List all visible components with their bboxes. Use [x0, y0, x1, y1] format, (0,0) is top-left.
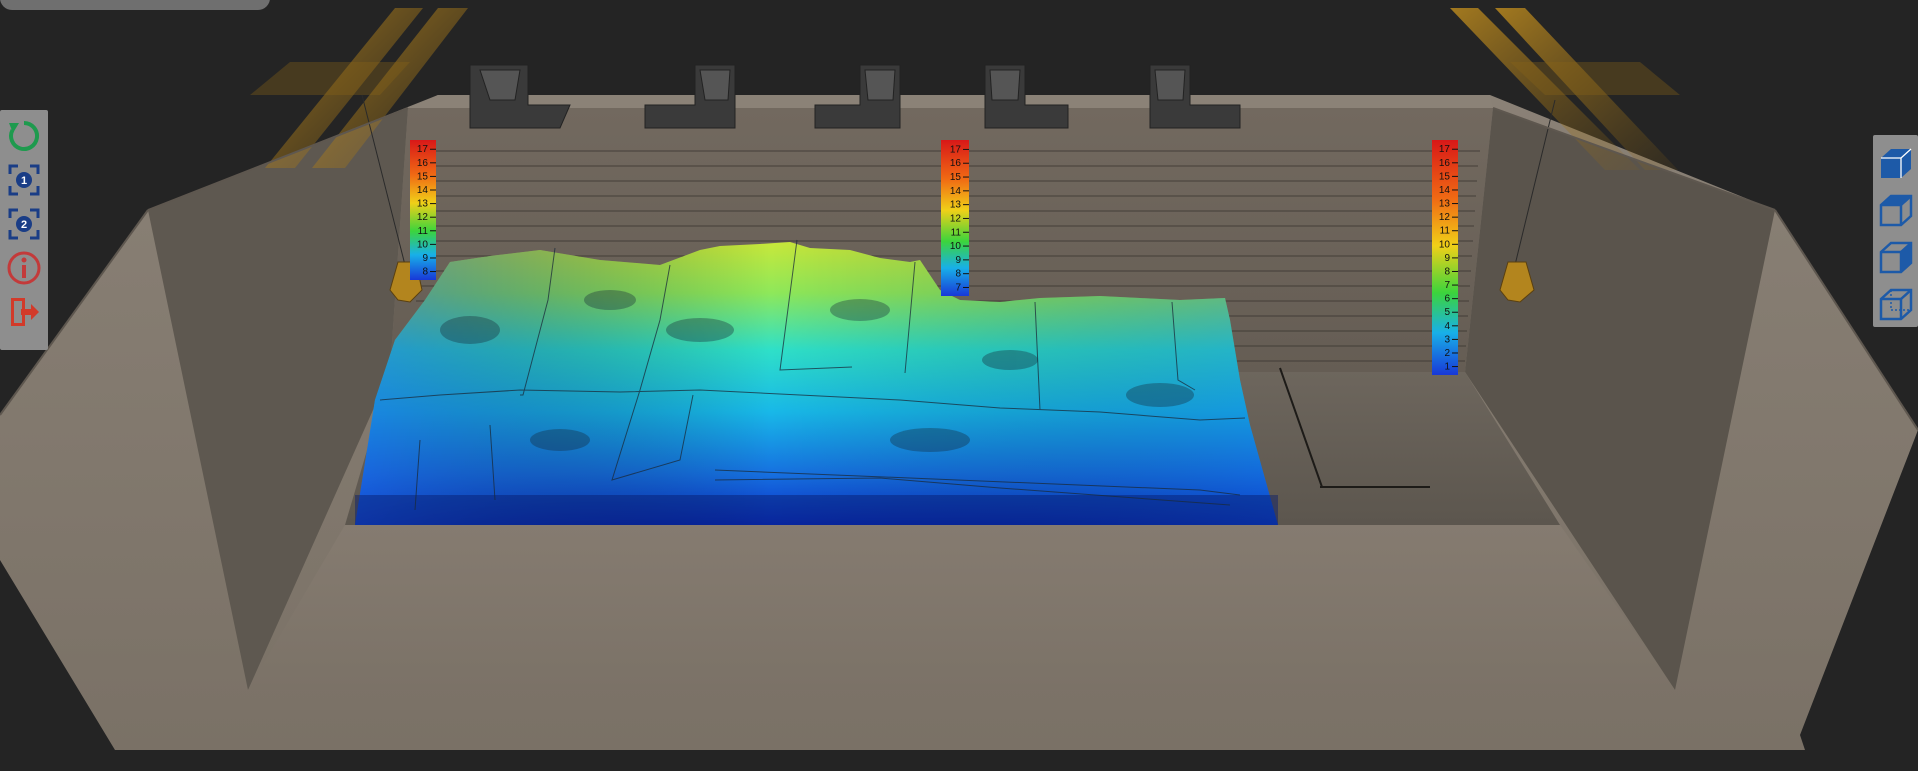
scale-label: 10	[1439, 239, 1451, 250]
scale-label: 7	[955, 282, 961, 293]
scale-label: 14	[950, 186, 962, 197]
scale-label: 12	[950, 213, 962, 224]
scale-label: 12	[1439, 212, 1451, 223]
height-scale-center: 17 16 15 14 13 12 11 10 9 8 7	[941, 140, 969, 296]
scale-label: 14	[1439, 185, 1451, 196]
scale-label: 16	[1439, 158, 1451, 169]
scale-label: 15	[950, 172, 962, 183]
scale-label: 15	[417, 171, 429, 182]
view-2-button[interactable]: 2	[4, 202, 44, 246]
scale-label: 8	[422, 267, 428, 278]
scale-label: 6	[1444, 294, 1450, 305]
scale-label: 10	[950, 241, 962, 252]
scale-label: 8	[955, 269, 961, 280]
front-wall	[248, 525, 1675, 690]
view-1-button[interactable]: 1	[4, 158, 44, 202]
scale-label: 2	[1444, 348, 1450, 359]
view-2-label: 2	[21, 219, 27, 231]
view-1-label: 1	[21, 175, 27, 187]
scale-label: 9	[1444, 253, 1450, 264]
scale-label: 13	[417, 199, 429, 210]
scale-label: 13	[1439, 199, 1451, 210]
height-scale-right: 17 16 15 14 13 12 11 10 9 8 7 6 5 4 3 2 1	[1432, 140, 1458, 375]
scale-label: 9	[955, 255, 961, 266]
top-tab[interactable]	[0, 0, 270, 10]
scale-label: 5	[1444, 307, 1450, 318]
reset-view-icon	[9, 121, 40, 151]
scale-label: 11	[418, 226, 429, 237]
scale-label: 17	[1439, 144, 1451, 155]
scale-label: 9	[422, 253, 428, 264]
cube-view-iso-button[interactable]	[1876, 280, 1916, 327]
exit-button[interactable]	[4, 290, 44, 334]
bunker-3d-viewport[interactable]: 171615141312111098 1716151413121110987 1…	[0, 0, 1918, 771]
info-icon	[7, 251, 41, 285]
cube-view-front-button[interactable]	[1876, 139, 1916, 186]
exit-icon	[11, 298, 39, 326]
height-scale-left: 17 16 15 14 13 12 11 10 9 8	[410, 140, 436, 280]
scale-label: 17	[950, 144, 962, 155]
scale-label: 16	[950, 158, 962, 169]
scale-label: 3	[1444, 334, 1450, 345]
scale-label: 13	[950, 200, 962, 211]
scale-label: 16	[417, 158, 429, 169]
cube-view-top-button[interactable]	[1876, 233, 1916, 280]
scale-label: 11	[951, 227, 962, 238]
cube-view-side-icon	[1879, 194, 1912, 226]
cube-view-top-icon	[1879, 241, 1912, 273]
right-toolbar	[1873, 135, 1918, 327]
scale-label: 15	[1439, 171, 1451, 182]
reset-view-button[interactable]	[4, 114, 44, 158]
scale-label: 4	[1444, 321, 1450, 332]
scale-label: 17	[417, 144, 429, 155]
back-wall-top	[408, 95, 1493, 108]
scale-label: 8	[1444, 266, 1450, 277]
scale-label: 7	[1444, 280, 1450, 291]
view-1-icon: 1	[8, 164, 40, 196]
scale-label: 14	[417, 185, 429, 196]
scale-label: 12	[417, 212, 429, 223]
cube-view-front-icon	[1880, 148, 1911, 178]
cube-view-side-button[interactable]	[1876, 186, 1916, 233]
left-toolbar: 1 2	[0, 110, 48, 350]
scale-label: 1	[1444, 362, 1450, 373]
scale-label: 11	[1440, 226, 1451, 237]
cube-view-iso-icon	[1879, 288, 1912, 320]
scale-label: 10	[417, 239, 429, 250]
info-button[interactable]	[4, 246, 44, 290]
view-2-icon: 2	[8, 208, 40, 240]
